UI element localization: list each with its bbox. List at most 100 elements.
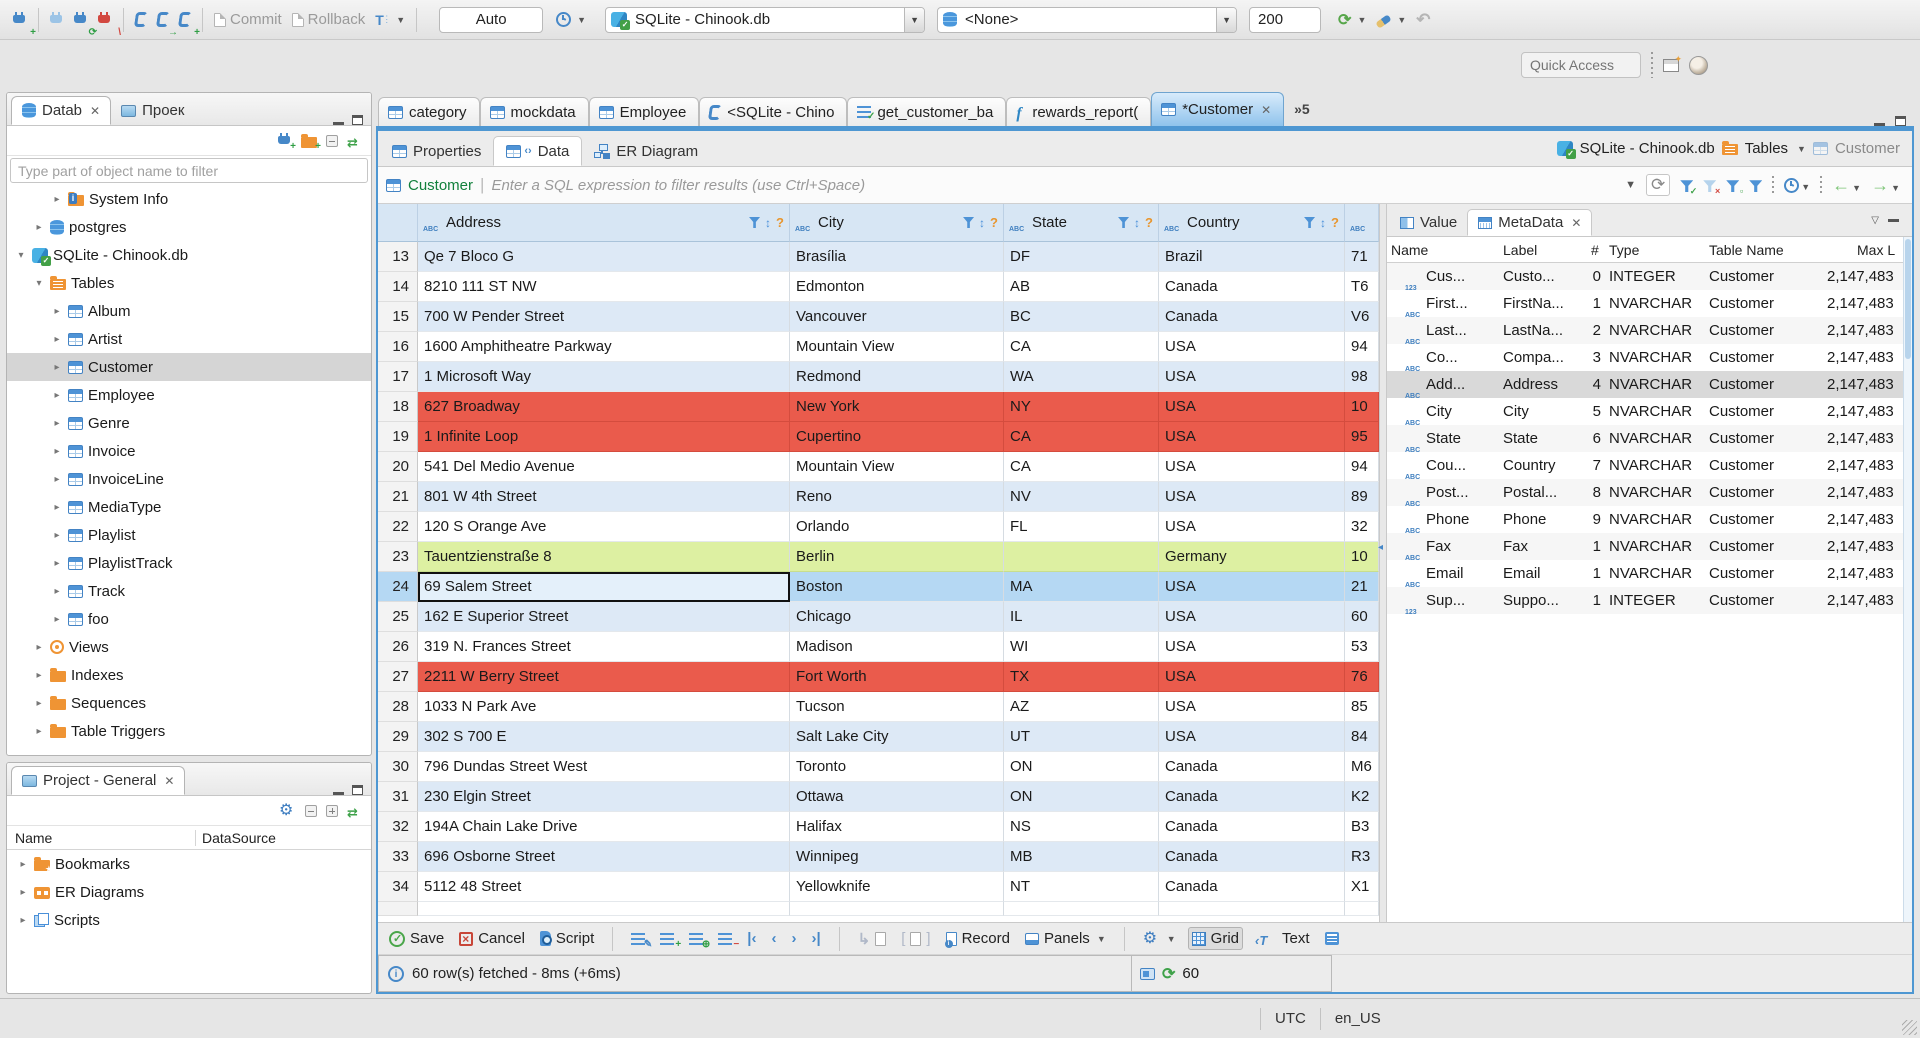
calc-panel-button[interactable]: [1322, 930, 1342, 947]
filter-funnel-icon[interactable]: [963, 217, 975, 228]
panels-button[interactable]: Panels ▼: [1022, 928, 1109, 949]
grid-cell[interactable]: UT: [1004, 722, 1159, 752]
database-select-dropdown[interactable]: ▼: [904, 7, 925, 32]
tree-item-employee[interactable]: ▸ Employee: [7, 381, 371, 409]
row-number[interactable]: 13: [378, 242, 418, 272]
tree-item-invoice[interactable]: ▸ Invoice: [7, 437, 371, 465]
column-name[interactable]: Name: [7, 830, 195, 846]
tree-item-postgres[interactable]: ▸ postgres: [7, 213, 371, 241]
row-number[interactable]: 21: [378, 482, 418, 512]
project-item-er-diagrams[interactable]: ▸ ER Diagrams: [7, 878, 371, 906]
grid-cell[interactable]: 700 W Pender Street: [418, 302, 790, 332]
grid-cell[interactable]: Canada: [1159, 842, 1345, 872]
row-number[interactable]: 27: [378, 662, 418, 692]
grid-cell[interactable]: 89: [1345, 482, 1379, 512]
filter-funnel-icon[interactable]: [1304, 217, 1316, 228]
navigator-filter-input[interactable]: [10, 158, 368, 183]
collapse-all-icon[interactable]: [305, 804, 317, 817]
next-row-button[interactable]: ›: [788, 928, 799, 949]
metadata-row[interactable]: Post... Postal... 8 NVARCHAR Customer 2,147,4…: [1387, 479, 1912, 506]
commit-button[interactable]: Commit: [209, 5, 287, 35]
metadata-row[interactable]: City City 5 NVARCHAR Customer 2,147,483: [1387, 398, 1912, 425]
tree-item-data-types[interactable]: ▸Data Types: [7, 745, 371, 752]
tab-projects[interactable]: Проек: [111, 96, 194, 125]
txn-mode-combo[interactable]: Auto: [439, 6, 544, 33]
metadata-row[interactable]: Co... Compa... 3 NVARCHAR Customer 2,147,483: [1387, 344, 1912, 371]
expand-arrow-icon[interactable]: ▸: [33, 670, 45, 681]
timezone-indicator[interactable]: UTC: [1275, 1010, 1306, 1027]
tree-item-views[interactable]: ▸ Views: [7, 633, 371, 661]
grid-cell[interactable]: Fort Worth: [790, 662, 1004, 692]
grid-cell[interactable]: CA: [1004, 452, 1159, 482]
grid-cell[interactable]: Canada: [1159, 812, 1345, 842]
grid-cell[interactable]: Boston: [790, 572, 1004, 602]
row-number[interactable]: 19: [378, 422, 418, 452]
expand-arrow-icon[interactable]: ▾: [15, 250, 27, 261]
grid-cell[interactable]: B3: [1345, 812, 1379, 842]
grid-cell[interactable]: [1004, 902, 1159, 916]
expand-arrow-icon[interactable]: ▸: [17, 859, 29, 870]
grid-cell[interactable]: 84: [1345, 722, 1379, 752]
grid-cell[interactable]: Canada: [1159, 752, 1345, 782]
grid-cell[interactable]: CA: [1004, 332, 1159, 362]
grid-cell[interactable]: USA: [1159, 332, 1345, 362]
grid-cell[interactable]: USA: [1159, 452, 1345, 482]
filter-funnel-icon[interactable]: [1118, 217, 1130, 228]
grid-cell[interactable]: Salt Lake City: [790, 722, 1004, 752]
row-number[interactable]: 17: [378, 362, 418, 392]
grid-cell[interactable]: WA: [1004, 362, 1159, 392]
grid-cell[interactable]: 94: [1345, 452, 1379, 482]
grid-cell[interactable]: 69 Salem Street: [418, 572, 790, 602]
metadata-row[interactable]: Fax Fax 1 NVARCHAR Customer 2,147,483: [1387, 533, 1912, 560]
save-button[interactable]: Save: [386, 928, 447, 949]
grid-cell[interactable]: Germany: [1159, 542, 1345, 572]
expand-arrow-icon[interactable]: ▸: [51, 530, 63, 541]
expand-arrow-icon[interactable]: ▸: [51, 558, 63, 569]
grid-cell[interactable]: DF: [1004, 242, 1159, 272]
expand-arrow-icon[interactable]: ▸: [51, 446, 63, 457]
grid-cell[interactable]: 627 Broadway: [418, 392, 790, 422]
column-header-city[interactable]: City ↕?: [790, 204, 1004, 242]
subtab-data[interactable]: ‹› Data: [493, 136, 583, 166]
text-mode-button[interactable]: Text: [1252, 928, 1313, 949]
grid-cell[interactable]: NY: [1004, 392, 1159, 422]
filter-history-dropdown[interactable]: ▼: [1625, 179, 1636, 191]
expand-arrow-icon[interactable]: ▸: [51, 390, 63, 401]
delete-row-button[interactable]: −: [715, 931, 739, 949]
expand-arrow-icon[interactable]: ▸: [51, 334, 63, 345]
close-icon[interactable]: ✕: [90, 104, 100, 118]
tree-item-customer[interactable]: ▸ Customer: [7, 353, 371, 381]
row-number[interactable]: 28: [378, 692, 418, 722]
save-filter-button[interactable]: ▫: [1726, 177, 1743, 196]
row-number[interactable]: 15: [378, 302, 418, 332]
minimize-panel-icon[interactable]: [333, 122, 344, 125]
last-row-button[interactable]: ›|: [808, 928, 823, 949]
grid-cell[interactable]: 21: [1345, 572, 1379, 602]
tab-value[interactable]: Value: [1390, 209, 1467, 236]
meta-column-table-name[interactable]: Table Name: [1705, 242, 1823, 258]
meta-column-label[interactable]: Label: [1499, 242, 1587, 258]
grid-cell[interactable]: 5112 48 Street: [418, 872, 790, 902]
add-row-button[interactable]: +: [657, 931, 681, 949]
grid-cell[interactable]: 76: [1345, 662, 1379, 692]
remove-filter-button[interactable]: ×: [1703, 177, 1720, 196]
expand-arrow-icon[interactable]: ▸: [33, 222, 45, 233]
row-number[interactable]: 30: [378, 752, 418, 782]
grid-mode-button[interactable]: Grid: [1187, 927, 1243, 950]
grid-cell[interactable]: Tucson: [790, 692, 1004, 722]
expand-arrow-icon[interactable]: ▸: [33, 698, 45, 709]
tab-database-navigator[interactable]: Datab ✕: [11, 96, 112, 125]
expand-arrow-icon[interactable]: ▸: [51, 418, 63, 429]
grid-cell[interactable]: V6: [1345, 302, 1379, 332]
grid-cell[interactable]: 162 E Superior Street: [418, 602, 790, 632]
grid-cell[interactable]: NS: [1004, 812, 1159, 842]
tree-item-table-triggers[interactable]: ▸ Table Triggers: [7, 717, 371, 745]
grid-cell[interactable]: AB: [1004, 272, 1159, 302]
link-with-editor-icon[interactable]: [347, 804, 363, 818]
row-number[interactable]: 22: [378, 512, 418, 542]
grid-cell[interactable]: USA: [1159, 572, 1345, 602]
grid-cell[interactable]: USA: [1159, 602, 1345, 632]
row-number[interactable]: 24: [378, 572, 418, 602]
grid-cell[interactable]: 53: [1345, 632, 1379, 662]
schema-select-dropdown[interactable]: ▼: [1216, 7, 1237, 32]
